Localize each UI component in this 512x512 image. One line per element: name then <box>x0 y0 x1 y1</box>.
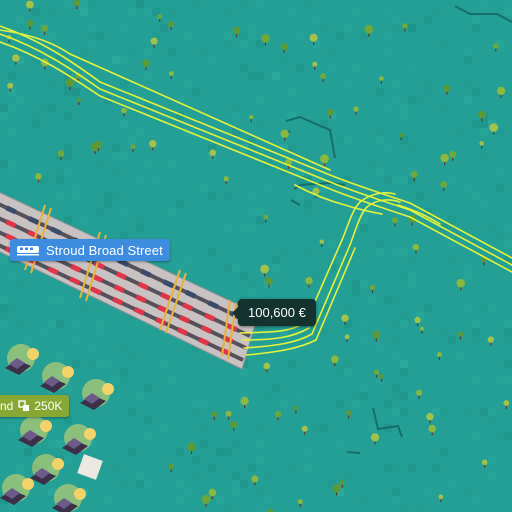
town-name: nd <box>0 399 14 413</box>
station-label[interactable]: Stroud Broad Street <box>10 239 170 261</box>
construction-cost-value: 100,600 € <box>248 305 306 320</box>
town-population: 250K <box>34 399 63 413</box>
station-name: Stroud Broad Street <box>46 242 163 258</box>
game-viewport[interactable]: Stroud Broad Street 100,600 € nd 250K <box>0 0 512 512</box>
construction-cost-tooltip: 100,600 € <box>232 299 316 326</box>
population-icon <box>18 400 30 412</box>
town-label[interactable]: nd 250K <box>0 395 70 417</box>
train-icon <box>16 243 40 257</box>
